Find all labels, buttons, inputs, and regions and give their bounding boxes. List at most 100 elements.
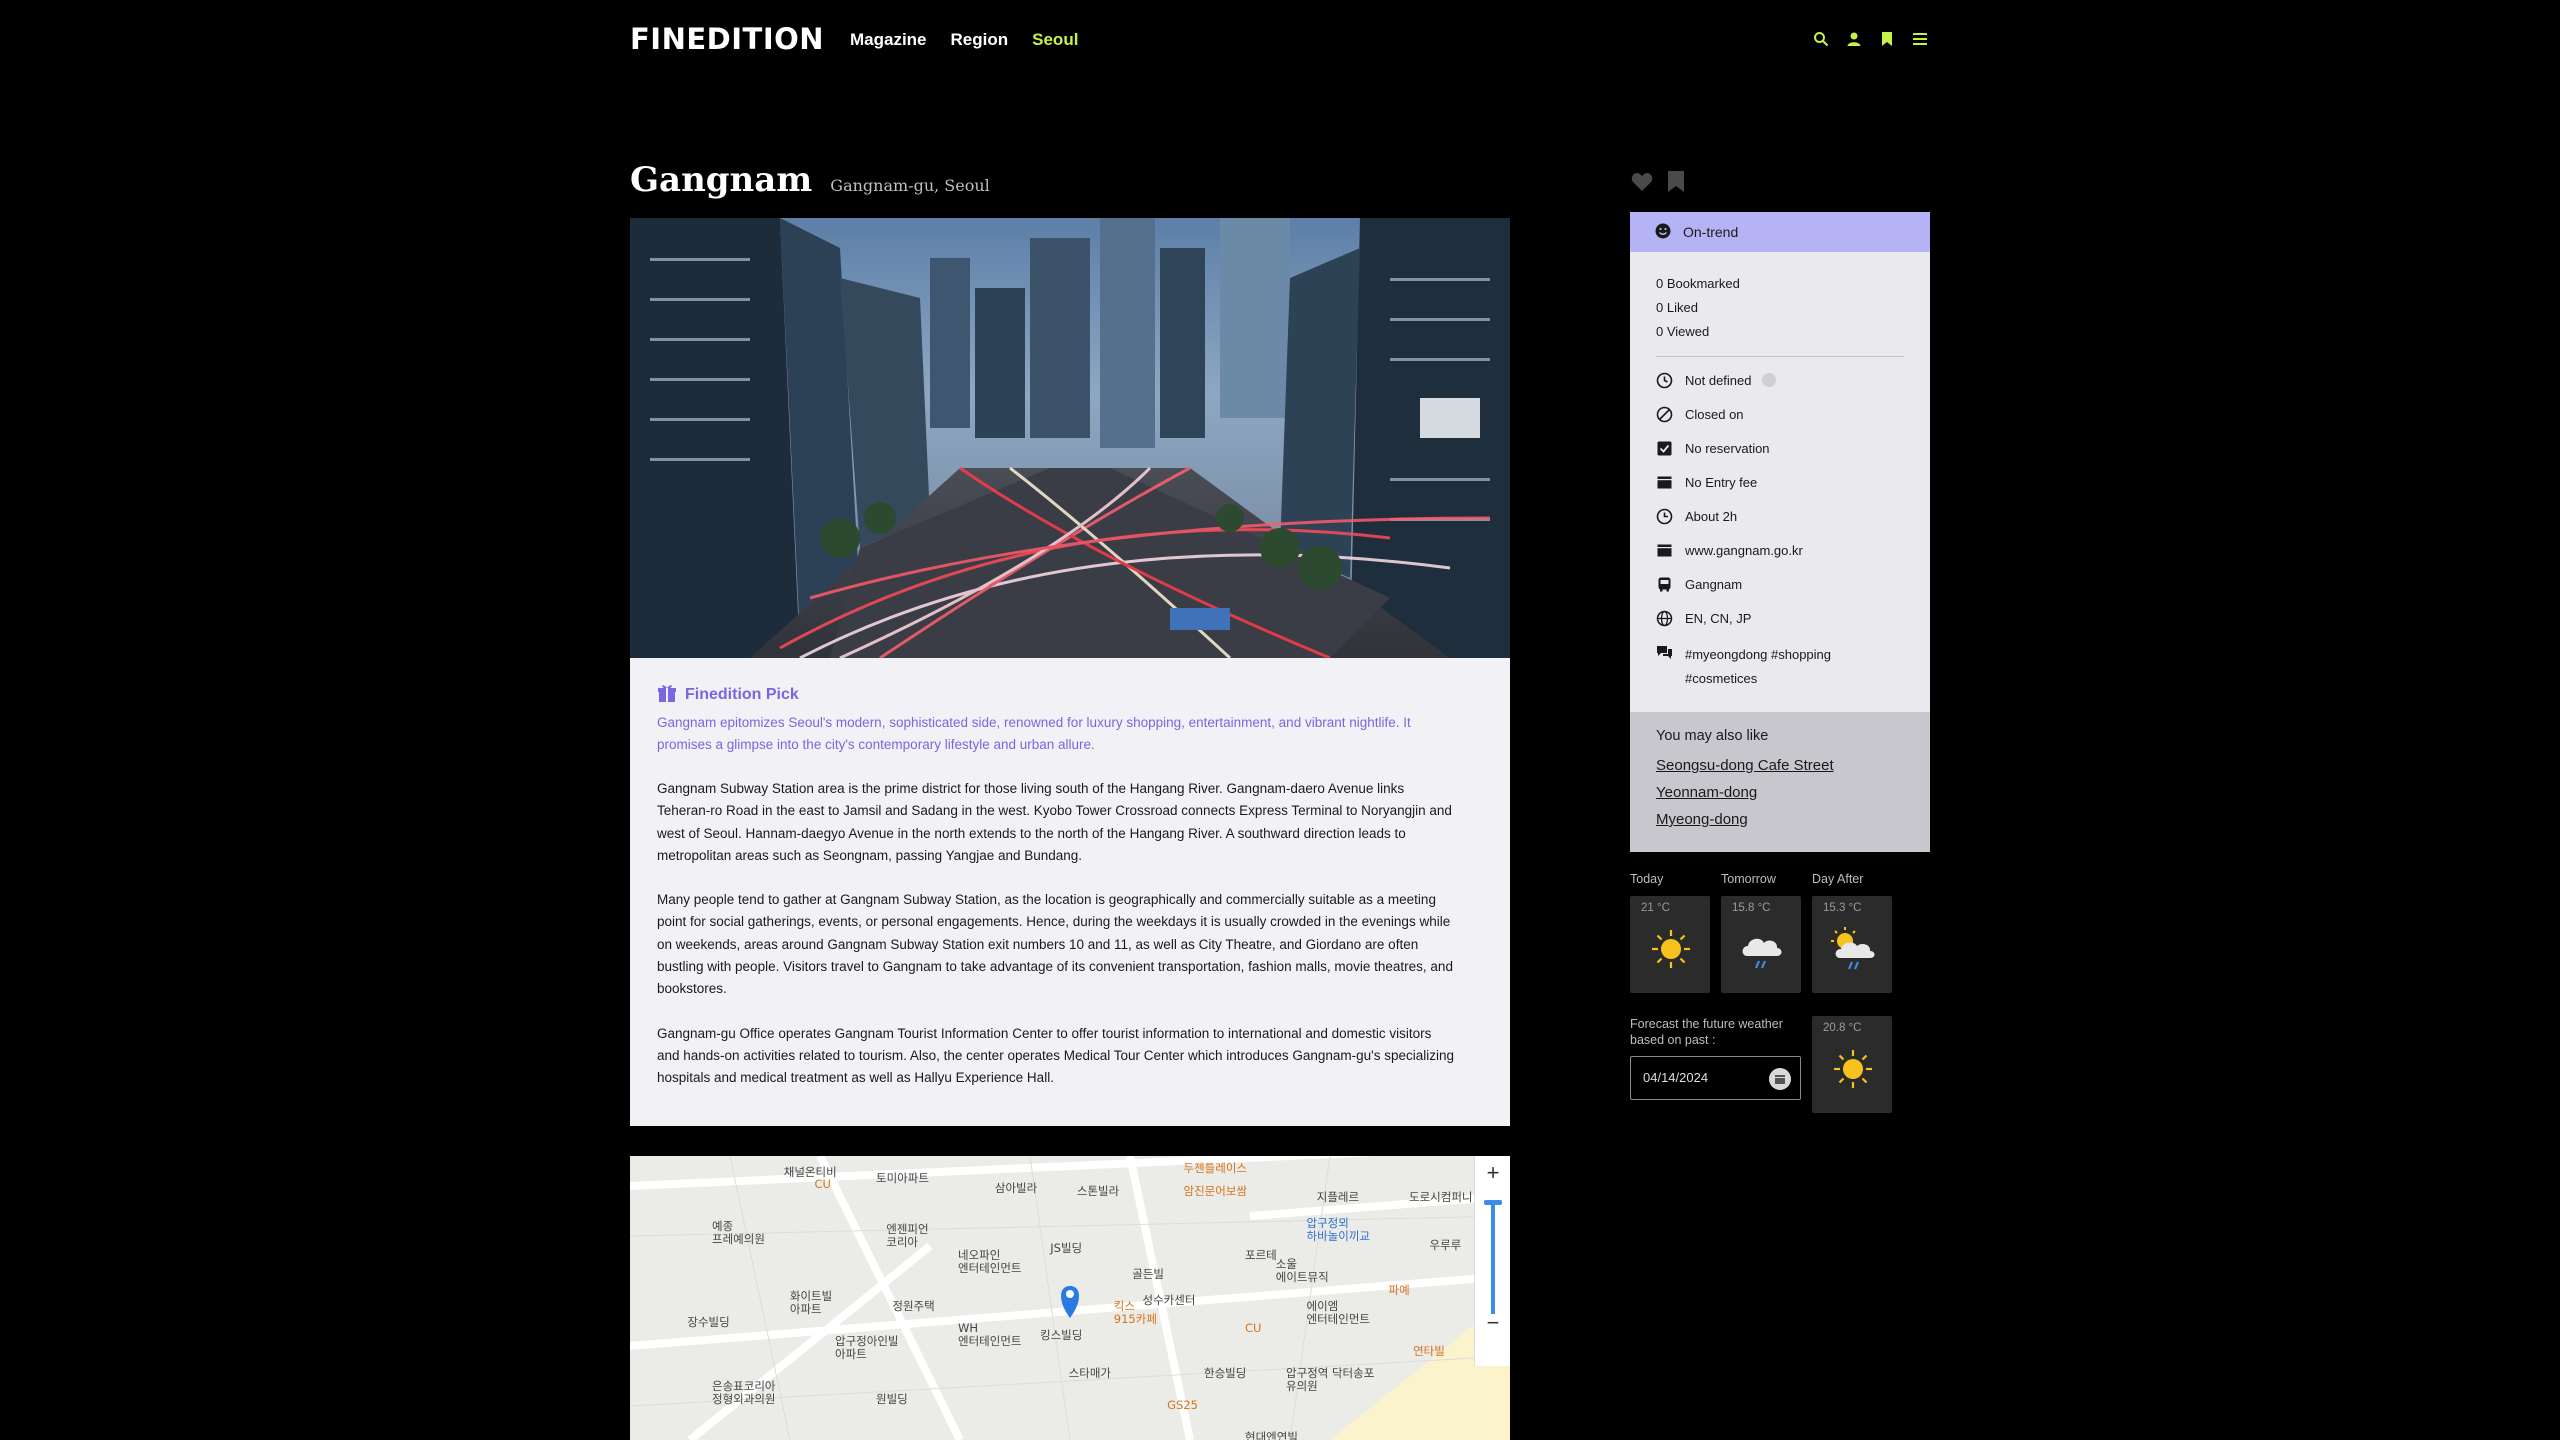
nav-magazine[interactable]: Magazine xyxy=(850,30,927,50)
map-poi-label[interactable]: 지플레르 xyxy=(1317,1191,1359,1204)
smile-icon xyxy=(1655,223,1671,242)
map-poi-label[interactable]: CU xyxy=(1245,1322,1261,1335)
trend-label: On-trend xyxy=(1683,224,1739,240)
related-place-link[interactable]: Seongsu-dong Cafe Street xyxy=(1656,752,1904,779)
liked-count: 0 Liked xyxy=(1656,300,1698,315)
pick-summary: Gangnam epitomizes Seoul's modern, sophi… xyxy=(657,715,1411,752)
place-heading: Gangnam Gangnam-gu, Seoul xyxy=(630,160,990,200)
map-poi-label[interactable]: 토미아파트 xyxy=(876,1172,929,1185)
heart-icon[interactable] xyxy=(1630,170,1654,194)
map-poi-label[interactable]: 현대엔연빌 xyxy=(1245,1431,1298,1440)
related-place-link[interactable]: Yeonnam-dong xyxy=(1656,779,1904,806)
transport-row: Gangnam xyxy=(1656,575,1930,609)
nav-region[interactable]: Region xyxy=(951,30,1009,50)
map-poi-label[interactable]: 화이트빌 아파트 xyxy=(790,1290,832,1316)
zoom-out-button[interactable]: − xyxy=(1475,1308,1510,1338)
menu-icon[interactable] xyxy=(1909,28,1930,49)
bookmark-icon[interactable] xyxy=(1666,170,1690,194)
map-poi-label[interactable]: 장수빌딩 xyxy=(687,1316,729,1329)
article-body: Finedition Pick Gangnam epitomizes Seoul… xyxy=(630,658,1510,1126)
reservation-text: No reservation xyxy=(1685,441,1770,456)
map-poi-label[interactable]: 소울 에이트뮤직 xyxy=(1276,1258,1329,1284)
map-poi-label[interactable]: JS빌딩 xyxy=(1050,1242,1082,1255)
map-poi-label[interactable]: 원빌딩 xyxy=(876,1392,908,1406)
zoom-in-button[interactable]: + xyxy=(1475,1158,1510,1188)
map-poi-label[interactable]: 압구정뫼 하바놀이끼교 xyxy=(1307,1216,1370,1243)
rain-cloud-icon xyxy=(1737,924,1787,974)
trend-badge: On-trend xyxy=(1630,212,1930,252)
search-icon[interactable] xyxy=(1810,28,1831,49)
map-poi-label[interactable]: 우루루 xyxy=(1430,1239,1462,1252)
viewed-count: 0 Viewed xyxy=(1656,324,1710,339)
map-poi-label[interactable]: 킹스빌딩 xyxy=(1040,1328,1082,1342)
map-poi-label[interactable]: 한승빌딩 xyxy=(1204,1367,1246,1380)
map-poi-label[interactable]: 은송표코리아 정형외과의원 xyxy=(712,1380,775,1406)
check-icon xyxy=(1656,440,1673,457)
reservation-row: No reservation xyxy=(1656,439,1930,473)
clock-icon xyxy=(1656,372,1673,389)
entry-fee-row: No Entry fee xyxy=(1656,473,1930,507)
place-info-panel: On-trend 0 Bookmarked 0 Liked 0 Viewed N… xyxy=(1630,212,1930,852)
map-poi-label[interactable]: 엔젠피언 코리아 xyxy=(886,1223,928,1249)
website-row[interactable]: www.gangnam.go.kr xyxy=(1656,541,1930,575)
forecast-date-value: 04/14/2024 xyxy=(1643,1070,1709,1085)
page-title: Gangnam xyxy=(630,160,813,200)
calendar-icon[interactable] xyxy=(1769,1068,1791,1090)
map-poi-label[interactable]: 에이엠 엔터테인먼트 xyxy=(1307,1300,1370,1326)
chat-icon xyxy=(1656,644,1673,661)
weather-card: 15.8 °C xyxy=(1721,896,1801,993)
forecast-date-input[interactable]: 04/14/2024 xyxy=(1630,1056,1801,1100)
nav-seoul[interactable]: Seoul xyxy=(1032,30,1078,50)
map-poi-label[interactable]: 포르테 xyxy=(1245,1248,1277,1262)
place-stats: 0 Bookmarked 0 Liked 0 Viewed xyxy=(1630,252,1930,344)
website-link[interactable]: www.gangnam.go.kr xyxy=(1685,541,1803,560)
help-icon[interactable] xyxy=(1761,373,1776,387)
map-poi-label[interactable]: 압구정아인빌 아파트 xyxy=(835,1335,898,1361)
web-icon xyxy=(1656,542,1673,559)
opening-hours-row: Not defined xyxy=(1656,371,1930,405)
map-poi-label[interactable]: 골든빌 xyxy=(1132,1268,1164,1281)
map-poi-label[interactable]: 킥스 915카페 xyxy=(1114,1300,1157,1326)
related-place-link[interactable]: Myeong-dong xyxy=(1656,806,1904,833)
map-poi-label[interactable]: 스톤빌라 xyxy=(1077,1184,1119,1198)
page-subtitle: Gangnam-gu, Seoul xyxy=(830,176,990,195)
entry-fee-text: No Entry fee xyxy=(1685,475,1758,490)
map-poi-label[interactable]: 스타매가 xyxy=(1069,1367,1111,1380)
zoom-slider-handle[interactable] xyxy=(1484,1200,1502,1205)
location-map[interactable]: 채널온티비토미아파트삼아빌라스톤빌라두젠틀레이스암진문어보쌈이수이엔엠지플레르도… xyxy=(630,1156,1510,1440)
logo[interactable]: FINEDITION xyxy=(630,22,824,56)
map-poi-label[interactable]: 네오파인 엔터테인먼트 xyxy=(958,1248,1021,1275)
header-icons xyxy=(1810,28,1930,49)
tags-line[interactable]: #myeongdong #shopping xyxy=(1685,643,1831,667)
closed-on-text: Closed on xyxy=(1685,407,1744,422)
map-poi-label[interactable]: CU xyxy=(815,1178,831,1191)
map-poi-label[interactable]: 연타빌 xyxy=(1413,1344,1445,1358)
weather-tomorrow: Tomorrow 15.8 °C xyxy=(1721,872,1801,993)
weather-today: Today 21 °C xyxy=(1630,872,1710,993)
globe-icon xyxy=(1656,610,1673,627)
map-poi-label[interactable]: 암진문어보쌈 xyxy=(1184,1184,1247,1198)
user-icon[interactable] xyxy=(1843,28,1864,49)
gift-icon xyxy=(657,683,677,708)
tags-line[interactable]: #cosmetices xyxy=(1685,667,1831,691)
weather-day-after: Day After 15.3 °C xyxy=(1812,872,1892,993)
map-poi-label[interactable]: 예종 프레예의원 xyxy=(712,1220,765,1246)
map-poi-label[interactable]: 두젠틀레이스 xyxy=(1184,1162,1247,1175)
finedition-pick-heading: Finedition Pick xyxy=(657,682,1482,708)
map-poi-label[interactable]: 삼아빌라 xyxy=(995,1181,1037,1195)
map-poi-label[interactable]: 압구정역 닥터송포 유의원 xyxy=(1286,1367,1374,1393)
weather-temp: 15.3 °C xyxy=(1823,902,1862,914)
zoom-track[interactable] xyxy=(1491,1204,1495,1314)
tags-row: #myeongdong #shopping #cosmetices xyxy=(1656,643,1930,691)
map-poi-label[interactable]: 파예 xyxy=(1389,1284,1410,1297)
bookmark-icon[interactable] xyxy=(1876,28,1897,49)
map-poi-label[interactable]: GS25 xyxy=(1167,1399,1198,1412)
languages-text: EN, CN, JP xyxy=(1685,611,1752,626)
article-paragraph: Gangnam Subway Station area is the prime… xyxy=(657,781,1452,863)
languages-row: EN, CN, JP xyxy=(1656,609,1930,643)
forecast-label: Forecast the future weather based on pas… xyxy=(1630,1017,1783,1047)
map-poi-label[interactable]: 정원주택 xyxy=(892,1300,934,1313)
map-poi-label[interactable]: 도로시컴퍼니 xyxy=(1409,1191,1472,1204)
duration-row: About 2h xyxy=(1656,507,1930,541)
map-poi-label[interactable]: WH 엔터테인먼트 xyxy=(958,1322,1021,1348)
